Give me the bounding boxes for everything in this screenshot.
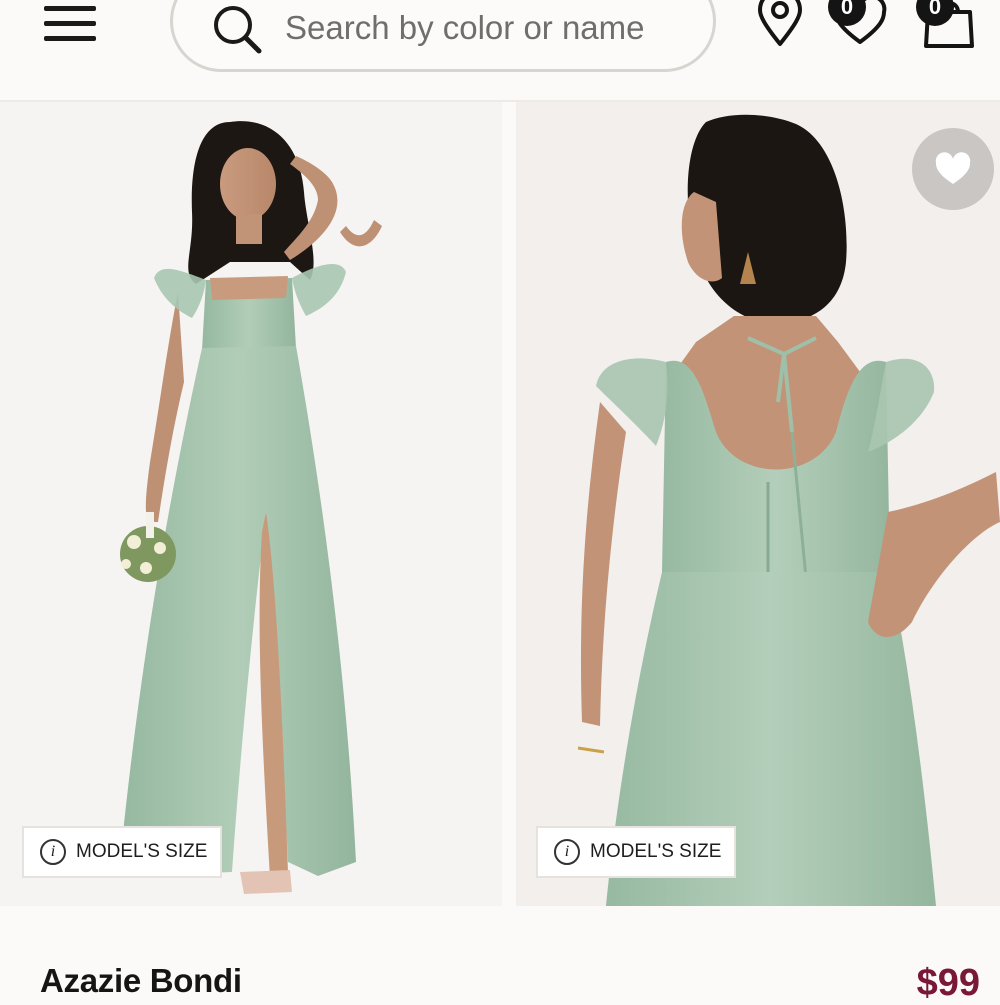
menu-line (44, 36, 96, 41)
cart-button[interactable]: 0 (914, 0, 980, 50)
search-icon[interactable] (209, 1, 269, 61)
info-icon: i (40, 839, 66, 865)
model-size-button[interactable]: i MODEL'S SIZE (536, 826, 736, 878)
search-input[interactable] (283, 7, 687, 49)
location-pin-icon[interactable] (756, 0, 804, 48)
top-header: 0 0 (0, 0, 1000, 102)
model-size-label: MODEL'S SIZE (76, 841, 208, 862)
product-name: Azazie Bondi (40, 962, 242, 999)
info-icon: i (554, 839, 580, 865)
product-image-back[interactable]: i MODEL'S SIZE (516, 102, 1000, 906)
product-image-front[interactable]: i MODEL'S SIZE (0, 102, 502, 906)
heart-icon (935, 152, 971, 184)
dress-front-illustration (120, 121, 382, 894)
menu-line (44, 6, 96, 11)
model-size-button[interactable]: i MODEL'S SIZE (22, 826, 222, 878)
hamburger-menu-icon[interactable] (44, 2, 98, 46)
menu-line (44, 21, 96, 26)
product-gallery: i MODEL'S SIZE i MODEL'S SIZE (0, 102, 1000, 908)
wishlist-button[interactable]: 0 (824, 0, 890, 50)
search-bar[interactable] (170, 0, 716, 72)
favorite-button[interactable] (912, 128, 994, 210)
model-size-label: MODEL'S SIZE (590, 841, 722, 862)
product-price: $99 (916, 962, 980, 1004)
dress-back-illustration (577, 114, 1000, 906)
